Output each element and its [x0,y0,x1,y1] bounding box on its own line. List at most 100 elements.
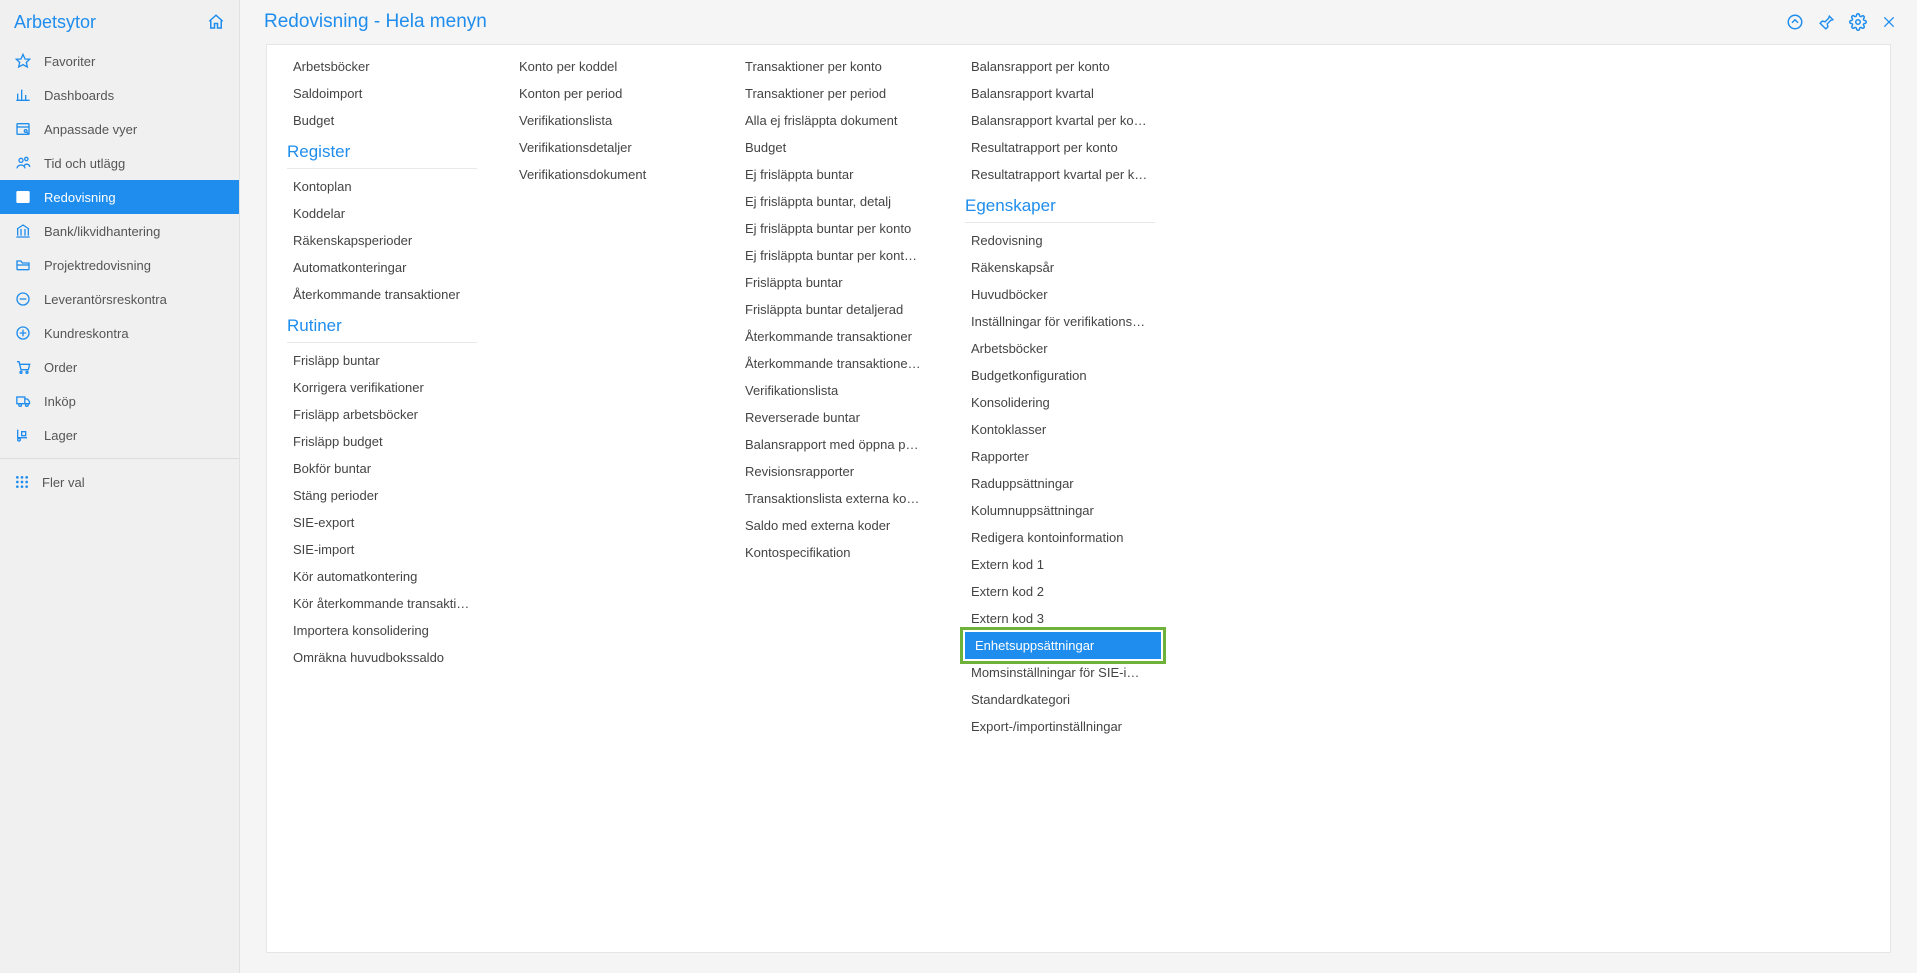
menu-link[interactable]: SIE-export [287,509,477,536]
sidebar-item-redovisning[interactable]: Redovisning [0,180,239,214]
home-icon[interactable] [207,13,225,31]
sidebar-item-label: Order [44,360,77,375]
sidebar-item-label: Lager [44,428,77,443]
truck-icon [14,393,32,409]
menu-link[interactable]: Frisläppta buntar detaljerad [739,296,929,323]
menu-link[interactable]: Ej frisläppta buntar, detalj [739,188,929,215]
menu-link[interactable]: Budget [739,134,929,161]
menu-link[interactable]: Extern kod 3 [965,605,1155,632]
menu-link[interactable]: Automatkonteringar [287,254,477,281]
menu-link[interactable]: Kontospecifikation [739,539,929,566]
sidebar-item-tid-och-utl-gg[interactable]: Tid och utlägg [0,146,239,180]
menu-link[interactable]: Resultatrapport kvartal per konto [965,161,1155,188]
menu-link[interactable]: Återkommande transaktioner [287,281,477,308]
sidebar-item-bank-likvidhantering[interactable]: Bank/likvidhantering [0,214,239,248]
menu-link[interactable]: Räkenskapsår [965,254,1155,281]
menu-link[interactable]: Export-/importinställningar [965,713,1155,740]
menu-link[interactable]: Saldo med externa koder [739,512,929,539]
content-wrap: ArbetsböckerSaldoimportBudgetRegisterKon… [240,44,1917,973]
sidebar-item-lager[interactable]: Lager [0,418,239,452]
menu-link[interactable]: Alla ej frisläppta dokument [739,107,929,134]
menu-link[interactable]: Transaktionslista externa koder [739,485,929,512]
sidebar-item-anpassade-vyer[interactable]: Anpassade vyer [0,112,239,146]
menu-link[interactable]: Verifikationsdokument [513,161,703,188]
menu-link[interactable]: Ej frisläppta buntar [739,161,929,188]
menu-link[interactable]: Frisläppta buntar [739,269,929,296]
menu-link[interactable]: Balansrapport med öppna poster [739,431,929,458]
menu-link[interactable]: Revisionsrapporter [739,458,929,485]
content-panel: ArbetsböckerSaldoimportBudgetRegisterKon… [266,44,1891,953]
menu-link[interactable]: Enhetsuppsättningar [965,632,1161,659]
menu-link[interactable]: Återkommande transaktioner [739,323,929,350]
menu-link[interactable]: Balansrapport kvartal per konto [965,107,1155,134]
sidebar-item-kundreskontra[interactable]: Kundreskontra [0,316,239,350]
menu-link[interactable]: Frisläpp arbetsböcker [287,401,477,428]
menu-link[interactable]: SIE-import [287,536,477,563]
menu-link[interactable]: Extern kod 2 [965,578,1155,605]
menu-link[interactable]: Konsolidering [965,389,1155,416]
menu-link[interactable]: Arbetsböcker [287,53,477,80]
menu-link[interactable]: Frisläpp buntar [287,347,477,374]
menu-link[interactable]: Redovisning [965,227,1155,254]
sidebar-more[interactable]: Fler val [0,465,239,499]
menu-link[interactable]: Transaktioner per period [739,80,929,107]
menu-link[interactable]: Verifikationsdetaljer [513,134,703,161]
collapse-icon[interactable] [1786,13,1804,31]
menu-link[interactable]: Kör automatkontering [287,563,477,590]
menu-link[interactable]: Balansrapport kvartal [965,80,1155,107]
menu-link[interactable]: Kolumnuppsättningar [965,497,1155,524]
sidebar-item-leverant-rsreskontra[interactable]: Leverantörsreskontra [0,282,239,316]
menu-link[interactable]: Omräkna huvudbokssaldo [287,644,477,671]
menu-link[interactable]: Korrigera verifikationer [287,374,477,401]
menu-link[interactable]: Arbetsböcker [965,335,1155,362]
sidebar-item-projektredovisning[interactable]: Projektredovisning [0,248,239,282]
menu-link[interactable]: Frisläpp budget [287,428,477,455]
menu-link[interactable]: Transaktioner per konto [739,53,929,80]
sidebar-item-label: Projektredovisning [44,258,151,273]
menu-link[interactable]: Huvudböcker [965,281,1155,308]
menu-link[interactable]: Räkenskapsperioder [287,227,477,254]
menu-link[interactable]: Verifikationslista [739,377,929,404]
menu-link[interactable]: Budgetkonfiguration [965,362,1155,389]
sidebar-item-dashboards[interactable]: Dashboards [0,78,239,112]
menu-link[interactable]: Kontoklasser [965,416,1155,443]
menu-link[interactable]: Redigera kontoinformation [965,524,1155,551]
menu-link[interactable]: Kör återkommande transaktioner [287,590,477,617]
menu-link[interactable]: Stäng perioder [287,482,477,509]
menu-link[interactable]: Saldoimport [287,80,477,107]
header-actions [1786,13,1897,31]
menu-link[interactable]: Konton per period [513,80,703,107]
cart-icon [14,359,32,375]
menu-link[interactable]: Konto per koddel [513,53,703,80]
menu-link[interactable]: Återkommande transaktioner (detalj... [739,350,929,377]
menu-link[interactable]: Bokför buntar [287,455,477,482]
menu-link[interactable]: Standardkategori [965,686,1155,713]
folder-icon [14,257,32,273]
pin-icon[interactable] [1818,14,1835,31]
menu-link[interactable]: Raduppsättningar [965,470,1155,497]
menu-column-1: Konto per koddelKonton per periodVerifik… [513,53,739,902]
menu-link[interactable]: Reverserade buntar [739,404,929,431]
sidebar-item-order[interactable]: Order [0,350,239,384]
gear-icon[interactable] [1849,13,1867,31]
menu-link[interactable]: Ej frisläppta buntar per konto [739,215,929,242]
menu-link[interactable]: Rapporter [965,443,1155,470]
menu-link[interactable]: Verifikationslista [513,107,703,134]
menu-link[interactable]: Resultatrapport per konto [965,134,1155,161]
menu-link[interactable]: Budget [287,107,477,134]
menu-link[interactable]: Inställningar för verifikationsavstäm... [965,308,1155,335]
close-icon[interactable] [1881,14,1897,30]
menu-link[interactable]: Extern kod 1 [965,551,1155,578]
menu-link[interactable]: Koddelar [287,200,477,227]
menu-link[interactable]: Ej frisläppta buntar per konto, valuta [739,242,929,269]
sidebar-divider [0,458,239,459]
sidebar-item-ink-p[interactable]: Inköp [0,384,239,418]
menu-link[interactable]: Kontoplan [287,173,477,200]
sidebar-item-label: Anpassade vyer [44,122,137,137]
menu-link[interactable]: Importera konsolidering [287,617,477,644]
menu-link[interactable]: Balansrapport per konto [965,53,1155,80]
sidebar-item-favoriter[interactable]: Favoriter [0,44,239,78]
sidebar-item-label: Leverantörsreskontra [44,292,167,307]
menu-link[interactable]: Momsinställningar för SIE-import [965,659,1155,686]
sidebar-item-label: Kundreskontra [44,326,129,341]
